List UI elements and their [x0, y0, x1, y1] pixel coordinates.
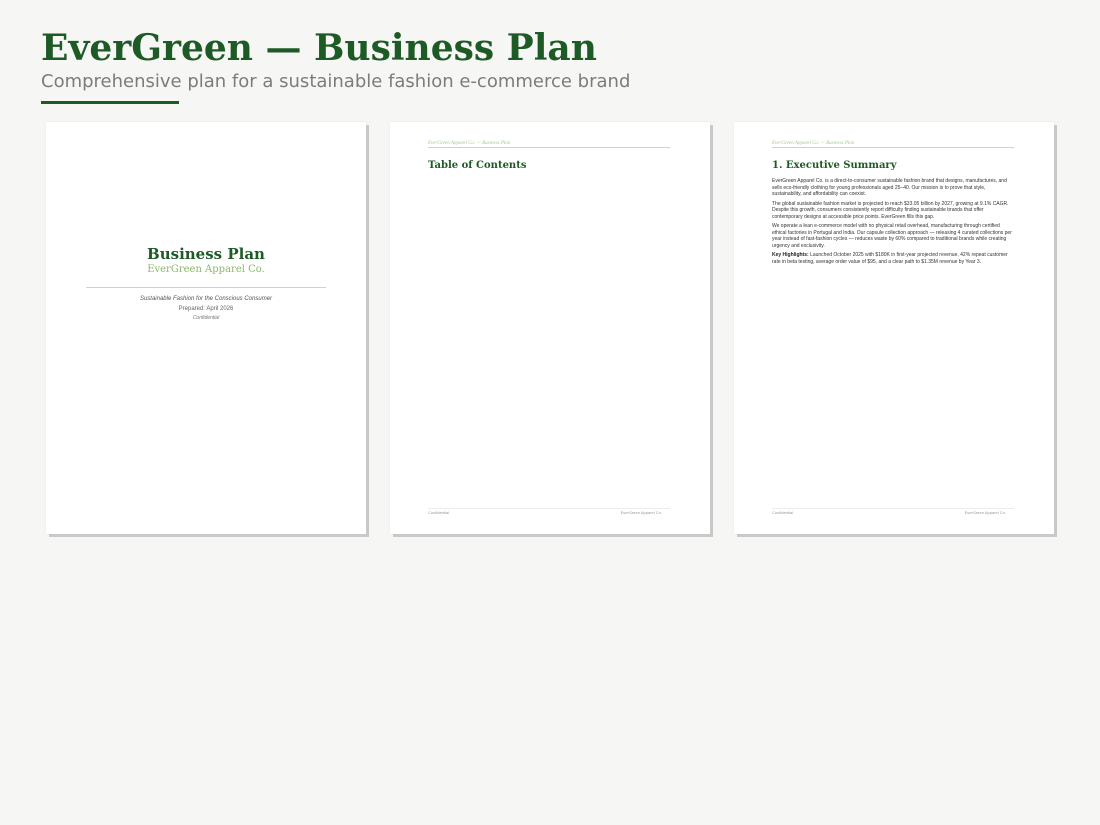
executive-summary-heading: 1. Executive Summary — [772, 160, 897, 171]
page-subtitle: Comprehensive plan for a sustainable fas… — [41, 71, 631, 92]
title-underline — [41, 101, 179, 104]
toc-heading: Table of Contents — [428, 160, 527, 171]
cover-prepared-date: Prepared: April 2026 — [178, 306, 234, 312]
page-header: EverGreen — Business Plan Comprehensive … — [41, 26, 630, 104]
cover-divider — [86, 287, 326, 288]
cover-confidential-label: Confidential — [192, 315, 220, 321]
footer-divider — [428, 508, 670, 509]
document-page-toc[interactable]: EverGreen Apparel Co. — Business Plan Ta… — [390, 122, 710, 534]
document-page-cover[interactable]: Business Plan EverGreen Apparel Co. Sust… — [46, 122, 366, 534]
cover-tagline: Sustainable Fashion for the Conscious Co… — [139, 296, 273, 302]
key-highlights-paragraph: Key Highlights: Launched October 2025 wi… — [772, 252, 1014, 265]
footer-left-text: Confidential — [428, 510, 450, 515]
running-header: EverGreen Apparel Co. — Business Plan — [772, 141, 1014, 148]
cover-company-name: EverGreen Apparel Co. — [147, 264, 265, 275]
key-highlights-label: Key Highlights: — [772, 252, 809, 258]
footer-left-text: Confidential — [772, 510, 794, 515]
executive-summary-body: EverGreen Apparel Co. is a direct-to-con… — [772, 178, 1014, 268]
footer-divider — [772, 508, 1014, 509]
cover-title: Business Plan — [147, 245, 265, 263]
footer-right-text: EverGreen Apparel Co. — [964, 510, 1006, 515]
footer-right-text: EverGreen Apparel Co. — [620, 510, 662, 515]
document-page-executive-summary[interactable]: EverGreen Apparel Co. — Business Plan 1.… — [734, 122, 1054, 534]
summary-paragraph: EverGreen Apparel Co. is a direct-to-con… — [772, 178, 1007, 197]
summary-paragraph: The global sustainable fashion market is… — [772, 200, 1009, 220]
page-title: EverGreen — Business Plan — [41, 27, 597, 69]
running-header: EverGreen Apparel Co. — Business Plan — [428, 141, 670, 148]
summary-paragraph: We operate a lean e-commerce model with … — [772, 223, 1012, 249]
